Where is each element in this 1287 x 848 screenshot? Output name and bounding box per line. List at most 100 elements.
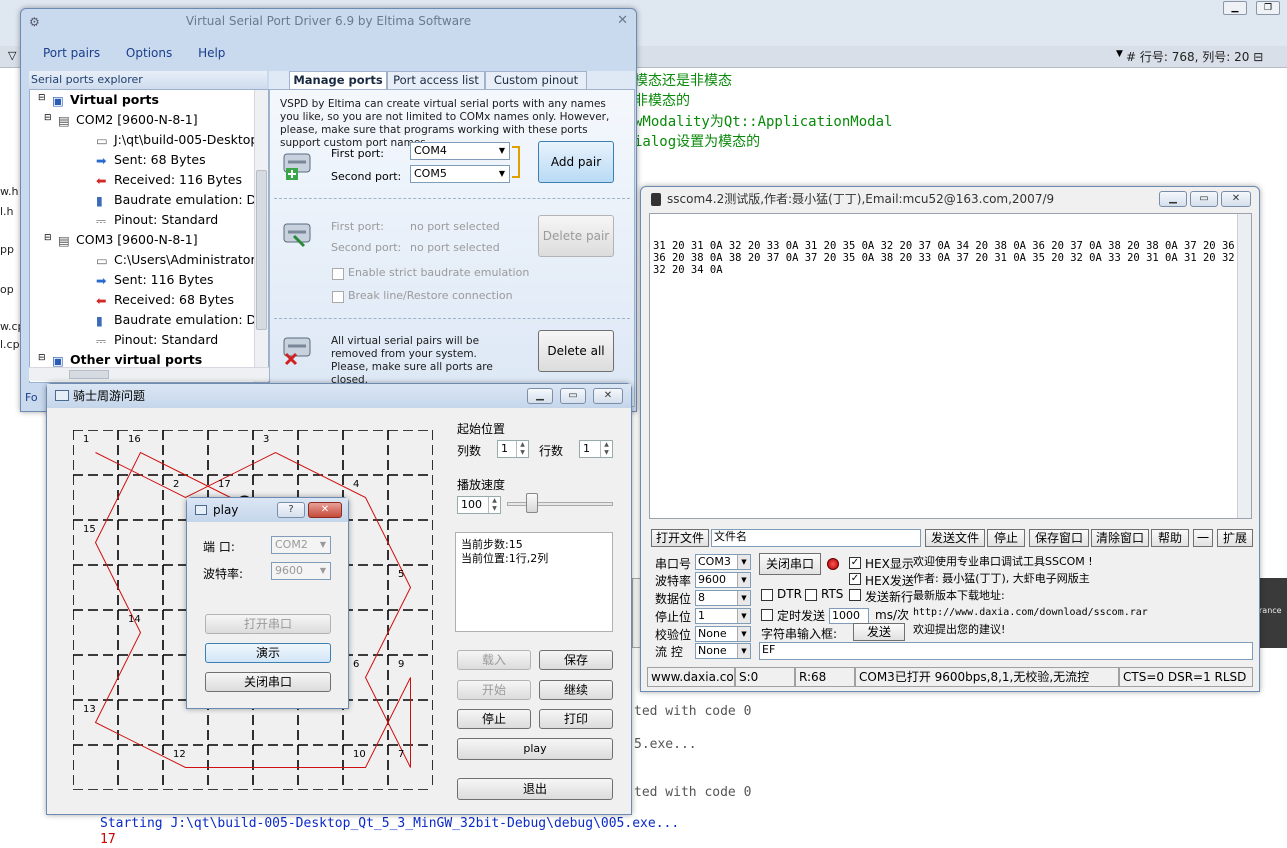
receive-area[interactable]: 31 20 31 0A 32 20 33 0A 31 20 35 0A 32 2… [649, 213, 1252, 519]
timed-send-checkbox[interactable] [761, 609, 773, 621]
menu-help[interactable]: Help [198, 46, 225, 60]
close-port-button[interactable]: 关闭串口 [759, 553, 821, 575]
ide-file-label[interactable]: w.h [0, 185, 18, 198]
tree-item[interactable]: ▣ Other virtual ports [52, 352, 202, 368]
send-input[interactable]: EF [759, 642, 1253, 660]
send-newline-checkbox[interactable] [849, 589, 861, 601]
minus-button[interactable]: 一 [1193, 529, 1213, 547]
hex-send-checkbox[interactable]: ✓ [849, 573, 861, 585]
send-file-button[interactable]: 发送文件 [925, 529, 985, 547]
tree-item[interactable]: ▮ Baudrate emulation: Dis [96, 192, 266, 208]
help-button[interactable]: 帮助 [1151, 529, 1189, 547]
menu-options[interactable]: Options [126, 46, 172, 60]
add-pair-button[interactable]: Add pair [538, 141, 614, 183]
collapse-icon[interactable]: ⊟ [44, 113, 52, 123]
save-window-button[interactable]: 保存窗口 [1029, 529, 1089, 547]
close-button[interactable]: ✕ [1221, 191, 1251, 207]
save-button[interactable]: 保存 [539, 650, 613, 670]
ide-file-label[interactable]: op [0, 283, 14, 296]
interval-field[interactable]: 1000 [829, 608, 869, 624]
minimize-button[interactable]: ▁ [1159, 191, 1187, 207]
port-select[interactable]: COM2 ▼ [271, 536, 331, 554]
tab-manage-ports[interactable]: Manage ports [289, 71, 387, 90]
tree-item[interactable]: ⬅ Received: 116 Bytes [96, 172, 242, 188]
tree-item[interactable]: ▭ C:\Users\Administrator\ [96, 252, 260, 268]
close-icon[interactable]: ✕ [617, 13, 628, 28]
first-port-select[interactable]: COM4 ▼ [410, 142, 510, 160]
strict-baudrate-checkbox[interactable] [332, 268, 344, 280]
hex-display-checkbox[interactable]: ✓ [849, 557, 861, 569]
close-port-button[interactable]: 关闭串口 [205, 672, 331, 692]
print-button[interactable]: 打印 [539, 709, 613, 729]
file-name-field[interactable]: 文件名 [711, 529, 921, 547]
spin-arrows-icon[interactable]: ▲ ▼ [516, 441, 528, 457]
stop-button[interactable]: 停止 [457, 709, 531, 729]
tree-item[interactable]: ▭ J:\qt\build-005-Desktop_ [96, 132, 265, 148]
stop-bits-select[interactable]: 1 ▼ [695, 608, 751, 624]
tab-custom-pinout[interactable]: Custom pinout [485, 71, 587, 89]
tree-item[interactable]: ➡ Sent: 68 Bytes [96, 152, 206, 168]
close-button[interactable]: ✕ [593, 388, 623, 404]
collapse-icon[interactable]: ⊟ [44, 233, 52, 243]
tree-item[interactable]: ▣ Virtual ports [52, 92, 159, 108]
tree-scrollbar[interactable] [254, 90, 268, 382]
hscroll-thumb[interactable] [69, 370, 109, 379]
menu-port-pairs[interactable]: Port pairs [43, 46, 100, 60]
baud-select[interactable]: 9600 ▼ [271, 562, 331, 580]
minimize-button[interactable]: ▁ [527, 388, 553, 404]
parity-select[interactable]: None ▼ [695, 626, 751, 642]
port-select[interactable]: COM3 ▼ [695, 554, 751, 570]
break-line-checkbox[interactable] [332, 291, 344, 303]
demo-button[interactable]: 演示 [205, 643, 331, 663]
data-bits-select[interactable]: 8 ▼ [695, 590, 751, 606]
delete-pair-button[interactable]: Delete pair [538, 215, 614, 257]
open-port-button[interactable]: 打开串口 [205, 614, 331, 634]
tree-item[interactable]: ➡ Sent: 116 Bytes [96, 272, 214, 288]
dtr-checkbox[interactable] [761, 589, 773, 601]
ide-file-label[interactable]: pp [0, 243, 14, 256]
rts-checkbox[interactable] [805, 589, 817, 601]
tree-item[interactable]: ▮ Baudrate emulation: Dis [96, 312, 266, 328]
maximize-button[interactable]: ▭ [560, 388, 586, 404]
spin-arrows-icon[interactable]: ▲ ▼ [488, 497, 500, 513]
tab-port-access[interactable]: Port access list [387, 71, 485, 89]
maximize-button[interactable]: ▭ [1190, 191, 1218, 207]
tree-hscrollbar[interactable] [29, 367, 269, 381]
help-button[interactable]: ? [277, 502, 305, 518]
exit-button[interactable]: 退出 [457, 778, 613, 800]
collapse-icon[interactable]: ⊟ [38, 353, 46, 363]
speed-slider-handle[interactable] [525, 493, 538, 513]
expand-button[interactable]: 扩展 [1217, 529, 1253, 547]
tree-item[interactable]: ⎓ Pinout: Standard [96, 332, 218, 348]
tree-item[interactable]: ⎓ Pinout: Standard [96, 212, 218, 228]
scroll-thumb[interactable] [256, 170, 267, 330]
speed-slider-track[interactable] [507, 502, 613, 506]
restore-icon[interactable]: ❐ [1256, 1, 1280, 15]
tree-item[interactable]: ▤ COM2 [9600-N-8-1] [58, 112, 198, 128]
load-button[interactable]: 载入 [457, 650, 531, 670]
ide-file-label[interactable]: l.cp [0, 338, 20, 351]
col-spinbox[interactable]: 1 ▲ ▼ [579, 440, 613, 458]
speed-spinbox[interactable]: 100 ▲ ▼ [457, 496, 501, 514]
play-button[interactable]: play [457, 738, 613, 760]
continue-button[interactable]: 继续 [539, 680, 613, 700]
collapse-icon[interactable]: ⊟ [38, 93, 46, 103]
stop-button[interactable]: 停止 [987, 529, 1025, 547]
tree-item[interactable]: ▤ COM3 [9600-N-8-1] [58, 232, 198, 248]
ports-tree[interactable]: ▣ Virtual ports ▤ COM2 [9600-N-8-1] ▭ J:\qt\b… [29, 89, 269, 383]
spin-arrows-icon[interactable]: ▲ ▼ [600, 441, 612, 457]
receive-scrollbar[interactable] [1237, 214, 1251, 518]
open-file-button[interactable]: 打开文件 [651, 529, 709, 547]
row-spinbox[interactable]: 1 ▲ ▼ [497, 440, 529, 458]
second-port-select[interactable]: COM5 ▼ [410, 165, 510, 183]
tree-item[interactable]: ⬅ Received: 68 Bytes [96, 292, 234, 308]
send-button[interactable]: 发送 [853, 623, 905, 641]
clear-window-button[interactable]: 清除窗口 [1091, 529, 1149, 547]
baud-select[interactable]: 9600 ▼ [695, 572, 751, 588]
start-button[interactable]: 开始 [457, 680, 531, 700]
delete-all-button[interactable]: Delete all [538, 330, 614, 372]
ide-file-label[interactable]: l.h [0, 205, 14, 218]
flow-select[interactable]: None ▼ [695, 643, 751, 659]
filter-icon[interactable]: ▽ [8, 49, 16, 62]
dropdown-icon[interactable]: ▼ [1116, 49, 1123, 59]
